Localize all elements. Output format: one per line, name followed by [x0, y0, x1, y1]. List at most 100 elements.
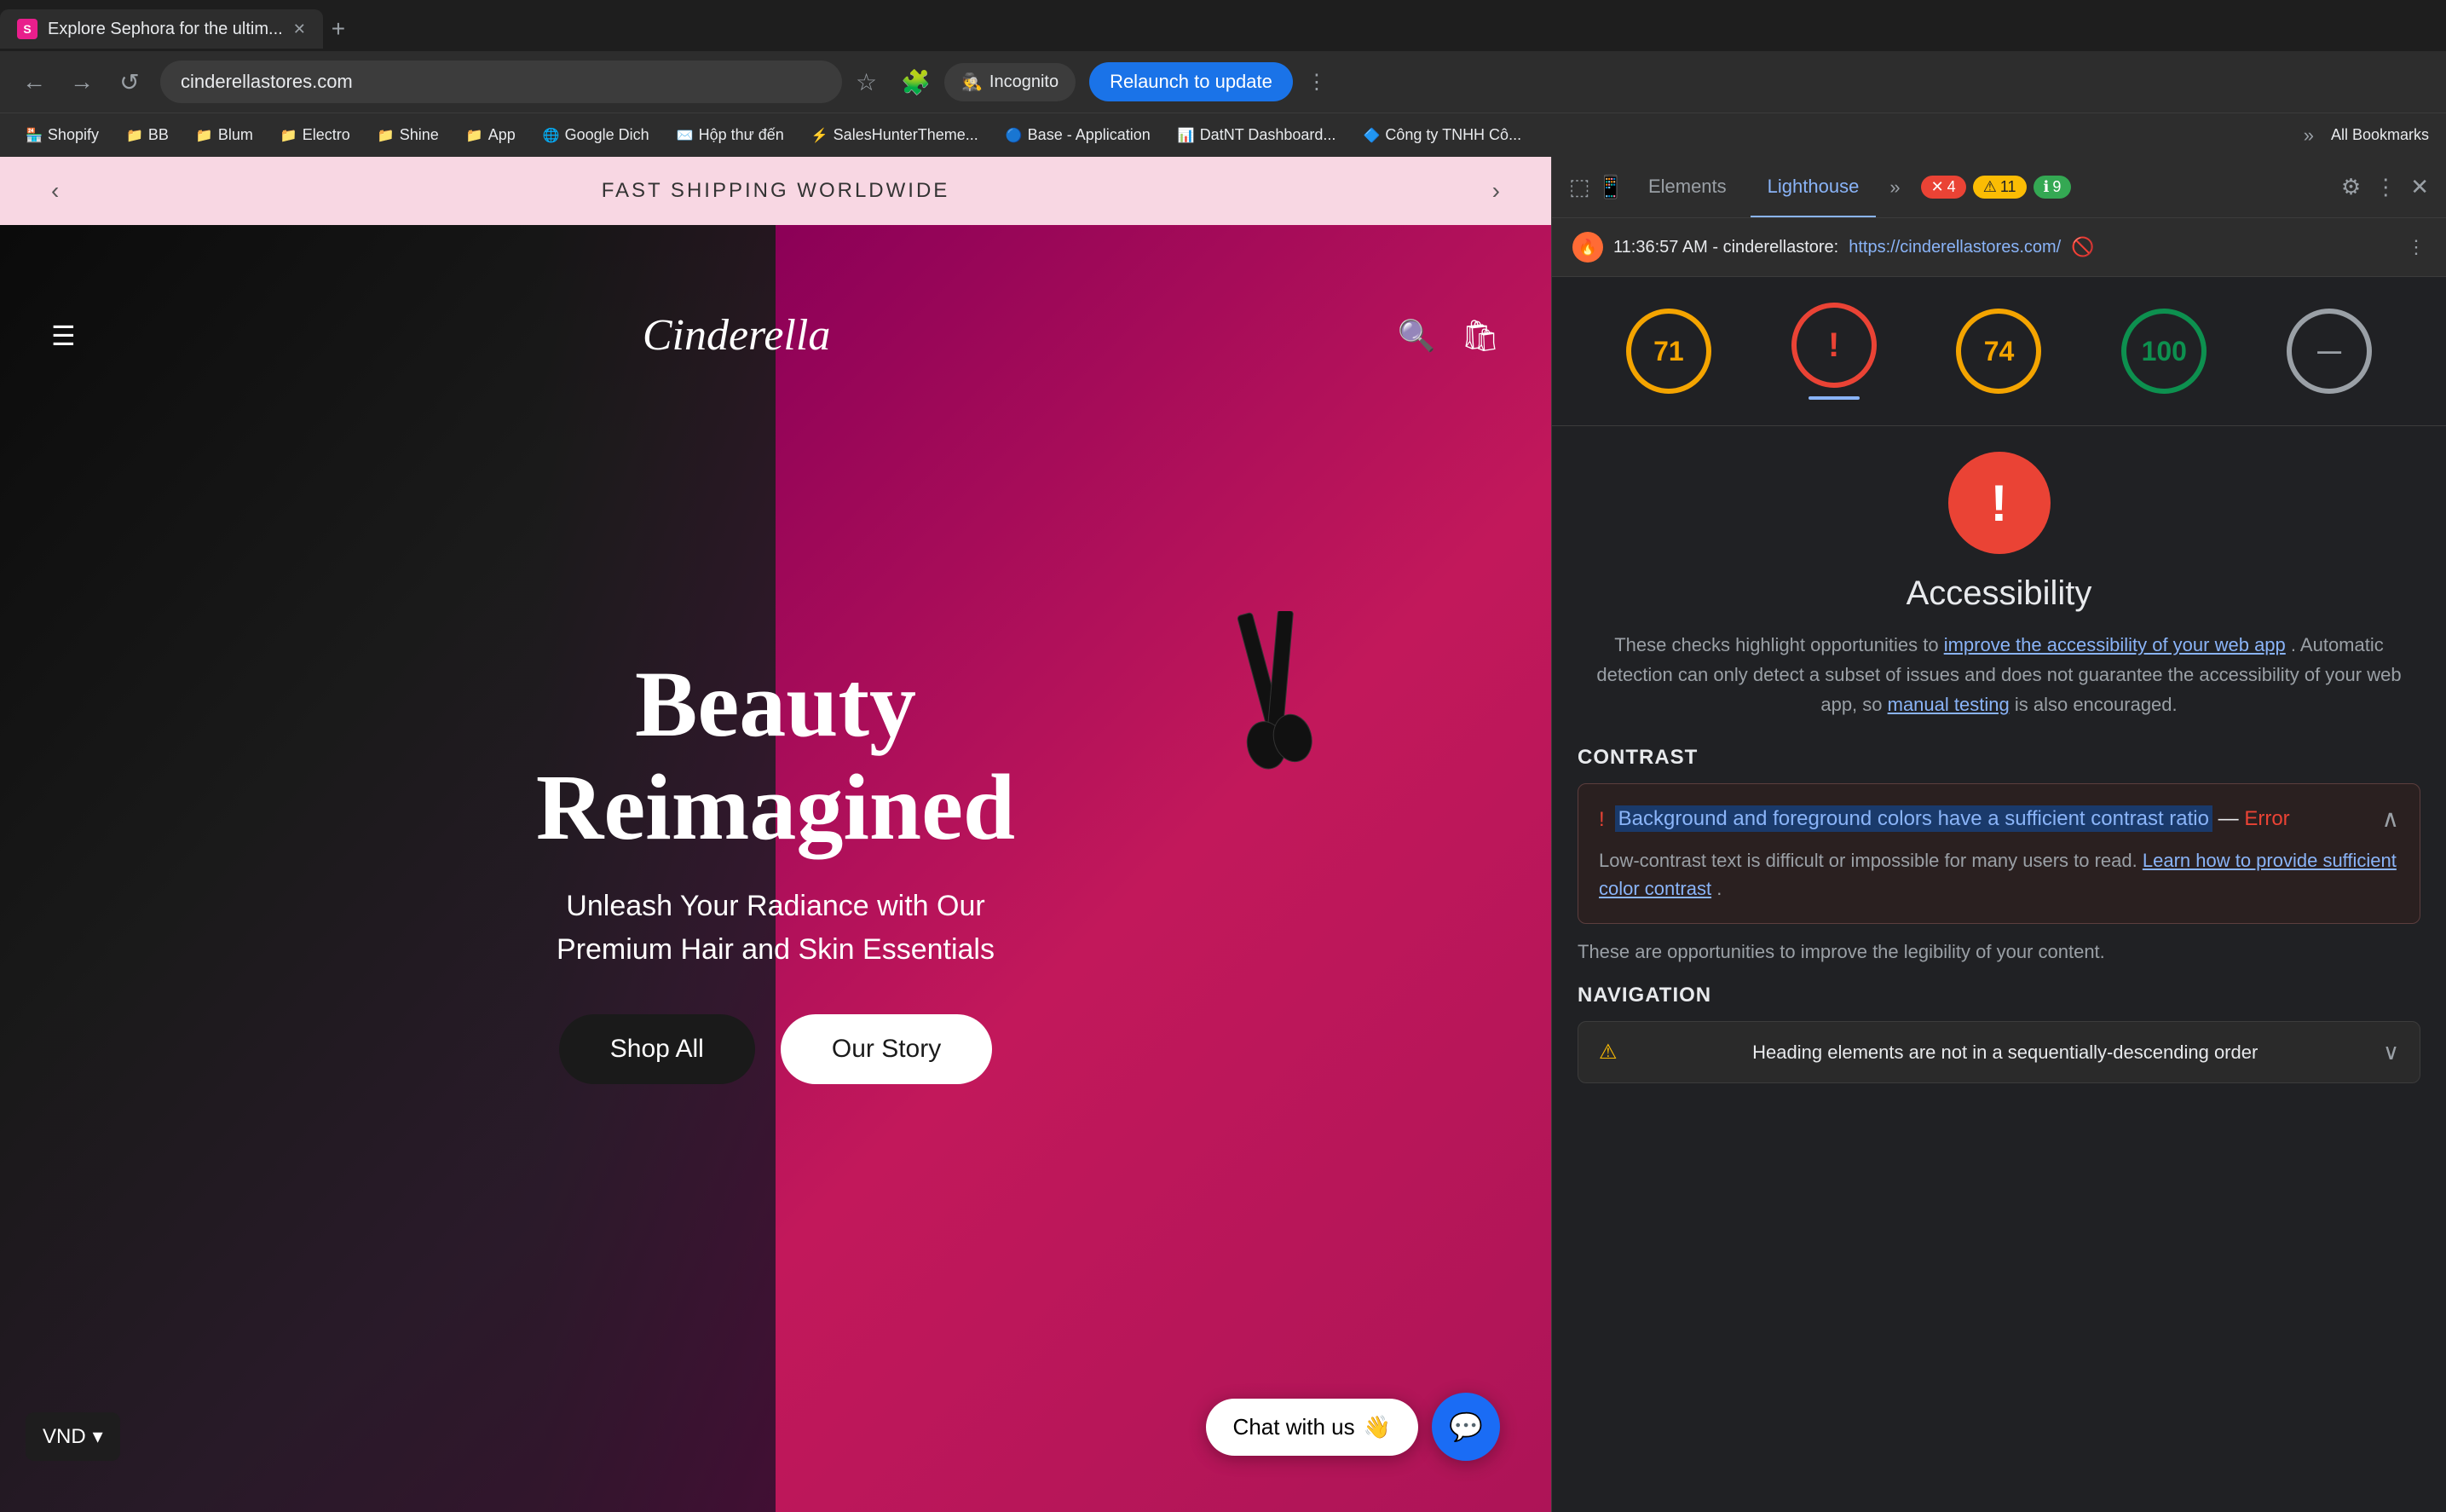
- bookmark-dat-icon: 📊: [1178, 127, 1195, 144]
- navigation-card[interactable]: ⚠ Heading elements are not in a sequenti…: [1578, 1021, 2420, 1083]
- hero-subtitle: Unleash Your Radiance with OurPremium Ha…: [435, 885, 1116, 972]
- tab-elements[interactable]: Elements: [1631, 157, 1744, 217]
- tab-close-icon[interactable]: ✕: [293, 20, 306, 38]
- navigation-section-title: NAVIGATION: [1578, 984, 2420, 1007]
- bookmarks-bar: 🏪 Shopify 📁 BB 📁 Blum 📁 Electro 📁 Shine …: [0, 113, 2446, 157]
- warning-badge[interactable]: ⚠ 11: [1973, 176, 2027, 199]
- accessibility-title: Accessibility: [1578, 574, 2420, 613]
- lighthouse-menu-icon[interactable]: ⋮: [2407, 236, 2426, 258]
- more-bookmarks-icon[interactable]: »: [2304, 124, 2314, 147]
- bookmark-bb[interactable]: 📁 BB: [118, 123, 177, 147]
- bookmark-dat[interactable]: 📊 DatNT Dashboard...: [1169, 123, 1345, 147]
- info-count: 9: [2052, 178, 2061, 196]
- pwa-score: —: [2317, 338, 2341, 365]
- score-performance[interactable]: 71: [1626, 309, 1711, 394]
- accessibility-score: !: [1828, 326, 1839, 365]
- hamburger-menu-icon[interactable]: ☰: [51, 320, 76, 352]
- address-bar: ← → ↺ ☆ 🧩 🕵 Incognito Relaunch to update…: [0, 51, 2446, 113]
- inspect-element-icon[interactable]: ⬚: [1569, 174, 1590, 200]
- devtools-content: ! Accessibility These checks highlight o…: [1552, 426, 2446, 1512]
- lighthouse-refresh-icon[interactable]: 🚫: [2071, 236, 2094, 258]
- bookmark-shine-icon: 📁: [378, 127, 395, 144]
- score-accessibility[interactable]: !: [1791, 303, 1877, 400]
- chat-emoji: 👋: [1364, 1414, 1391, 1440]
- elements-tab-label: Elements: [1648, 176, 1727, 198]
- accessibility-link1[interactable]: improve the accessibility of your web ap…: [1944, 634, 2286, 655]
- devtools-menu-icon[interactable]: ⋮: [2374, 174, 2397, 200]
- bookmark-blum[interactable]: 📁 Blum: [187, 123, 262, 147]
- bookmark-bb-icon: 📁: [126, 127, 143, 144]
- accessibility-desc-part1: These checks highlight opportunities to: [1614, 634, 1943, 655]
- bookmark-sales-icon: ⚡: [811, 127, 828, 144]
- site-header: ☰ Cinderella 🔍 🛍: [0, 293, 1551, 378]
- all-bookmarks-label[interactable]: All Bookmarks: [2331, 126, 2429, 144]
- announcement-prev-button[interactable]: ‹: [51, 177, 59, 205]
- bookmark-icon[interactable]: ☆: [856, 68, 877, 96]
- score-best-practices[interactable]: 74: [1956, 309, 2041, 394]
- bookmark-blum-label: Blum: [218, 126, 253, 144]
- bookmark-cong-ty[interactable]: 🔷 Công ty TNHH Cô...: [1354, 123, 1530, 147]
- devtools-settings-icon[interactable]: ⚙: [2341, 174, 2361, 200]
- bookmark-sales[interactable]: ⚡ SalesHunterTheme...: [803, 123, 987, 147]
- chat-icon-button[interactable]: 💬: [1432, 1393, 1500, 1461]
- hero-title: Beauty Reimagined: [435, 653, 1116, 859]
- accessibility-ring: !: [1791, 303, 1877, 388]
- our-story-button[interactable]: Our Story: [781, 1014, 992, 1084]
- shop-all-button[interactable]: Shop All: [559, 1014, 755, 1084]
- bookmark-base[interactable]: 🔵 Base - Application: [997, 123, 1159, 147]
- bookmark-shopify-label: Shopify: [48, 126, 99, 144]
- url-input[interactable]: [160, 61, 842, 103]
- tab-bar: S Explore Sephora for the ultim... ✕ +: [0, 0, 2446, 51]
- chat-bubble-icon: 💬: [1449, 1411, 1483, 1443]
- bookmark-cong-ty-icon: 🔷: [1363, 127, 1380, 144]
- tab-lighthouse[interactable]: Lighthouse: [1751, 157, 1877, 217]
- active-tab[interactable]: S Explore Sephora for the ultim... ✕: [0, 9, 323, 49]
- chat-with-us-button[interactable]: Chat with us 👋: [1206, 1399, 1418, 1456]
- info-badge[interactable]: ℹ 9: [2034, 176, 2072, 199]
- accessibility-link2[interactable]: manual testing: [1888, 694, 2010, 715]
- error-badge[interactable]: ✕ 4: [1921, 176, 1966, 199]
- device-toolbar-icon[interactable]: 📱: [1597, 174, 1624, 200]
- score-pwa[interactable]: —: [2287, 309, 2372, 394]
- devtools-right-icons: ⚙ ⋮ ✕: [2341, 174, 2429, 200]
- performance-score: 71: [1653, 336, 1684, 367]
- bookmark-shopify[interactable]: 🏪 Shopify: [17, 123, 107, 147]
- tab-favicon: S: [17, 19, 37, 39]
- currency-label: VND: [43, 1425, 86, 1449]
- back-button[interactable]: ←: [17, 65, 51, 99]
- contrast-card-header: ! Background and foreground colors have …: [1599, 805, 2399, 834]
- lighthouse-url[interactable]: https://cinderellastores.com/: [1849, 238, 2061, 257]
- bookmark-app[interactable]: 📁 App: [458, 123, 524, 147]
- devtools-close-icon[interactable]: ✕: [2410, 174, 2429, 200]
- navigation-chevron-icon[interactable]: ∨: [2383, 1039, 2399, 1065]
- bookmark-electro[interactable]: 📁 Electro: [272, 123, 359, 147]
- chat-widget: Chat with us 👋 💬: [1206, 1393, 1500, 1461]
- lighthouse-header: 🔥 11:36:57 AM - cinderellastore: https:/…: [1552, 218, 2446, 277]
- reload-button[interactable]: ↺: [112, 65, 147, 99]
- bookmark-sales-label: SalesHunterTheme...: [834, 126, 978, 144]
- score-seo[interactable]: 100: [2121, 309, 2207, 394]
- announcement-next-button[interactable]: ›: [1492, 177, 1500, 205]
- more-devtools-tabs-icon[interactable]: »: [1883, 170, 1907, 205]
- extensions-icon[interactable]: 🧩: [901, 68, 931, 96]
- bookmark-google-label: Google Dich: [565, 126, 649, 144]
- bookmark-dat-label: DatNT Dashboard...: [1200, 126, 1336, 144]
- contrast-chevron-icon[interactable]: ∧: [2382, 805, 2400, 833]
- currency-selector-button[interactable]: VND ▾: [26, 1412, 120, 1461]
- browser-chrome: S Explore Sephora for the ultim... ✕ + ←…: [0, 0, 2446, 157]
- seo-ring: 100: [2121, 309, 2207, 394]
- bookmark-shine[interactable]: 📁 Shine: [369, 123, 447, 147]
- bookmark-cong-ty-label: Công ty TNHH Cô...: [1385, 126, 1521, 144]
- forward-button[interactable]: →: [65, 65, 99, 99]
- lighthouse-timestamp: 11:36:57 AM - cinderellastore:: [1613, 238, 1838, 257]
- incognito-button[interactable]: 🕵 Incognito: [944, 63, 1076, 101]
- new-tab-button[interactable]: +: [332, 15, 345, 43]
- chrome-menu-icon[interactable]: ⋮: [1307, 70, 1327, 95]
- cart-icon[interactable]: 🛍: [1461, 318, 1500, 354]
- bookmark-google-dich[interactable]: 🌐 Google Dich: [534, 123, 658, 147]
- header-icons: 🔍 🛍: [1397, 318, 1500, 354]
- bookmark-google-icon: 🌐: [543, 127, 560, 144]
- search-icon[interactable]: 🔍: [1397, 318, 1435, 354]
- bookmark-email[interactable]: ✉️ Hộp thư đến: [668, 123, 793, 147]
- relaunch-button[interactable]: Relaunch to update: [1089, 62, 1293, 101]
